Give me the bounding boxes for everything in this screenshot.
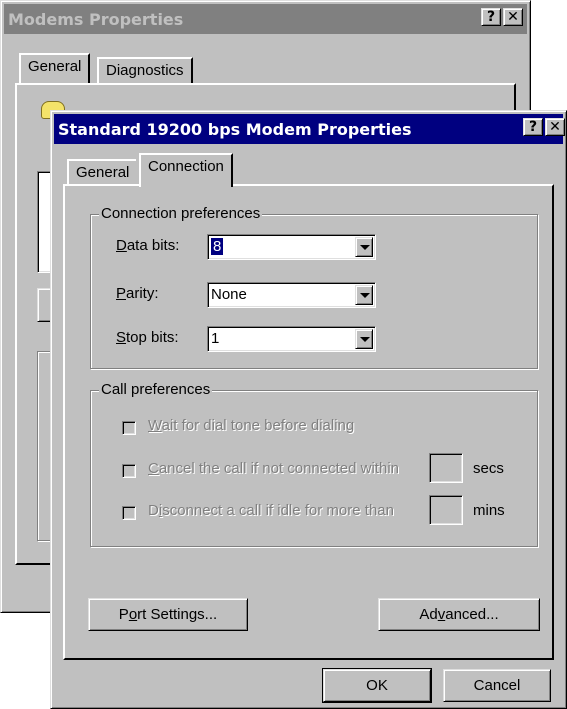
modems-properties-titlebar[interactable]: Modems Properties ? ✕ <box>4 4 527 34</box>
help-button[interactable]: ? <box>523 118 543 136</box>
disconnect-idle-minutes-input[interactable] <box>429 495 463 525</box>
close-button[interactable]: ✕ <box>503 8 523 26</box>
tab-diagnostics[interactable]: Diagnostics <box>97 57 193 85</box>
stop-bits-select[interactable]: 1 <box>207 326 376 352</box>
data-bits-value: 8 <box>209 237 225 256</box>
cancel-call-seconds-input[interactable] <box>429 453 463 483</box>
parity-value: None <box>211 286 247 303</box>
chevron-down-icon <box>360 337 370 342</box>
mins-label: mins <box>473 502 505 519</box>
wait-dial-tone-label: Wait for dial tone before dialing <box>148 417 355 434</box>
parity-select[interactable]: None <box>207 282 376 308</box>
stop-bits-label: Stop bits: <box>116 329 179 346</box>
connection-panel: Connection preferences Data bits: 8 Pari… <box>63 184 554 660</box>
chevron-down-icon <box>360 293 370 298</box>
data-bits-select[interactable]: 8 <box>207 234 376 260</box>
cancel-call-label: Cancel the call if not connected within <box>148 460 399 477</box>
tab-general[interactable]: General <box>19 53 91 85</box>
modem-properties-window: Standard 19200 bps Modem Properties ? ✕ … <box>50 110 567 709</box>
connection-preferences-legend: Connection preferences <box>99 205 263 222</box>
disconnect-idle-label: Disconnect a call if idle for more than <box>148 502 394 519</box>
window-title: Standard 19200 bps Modem Properties <box>58 119 412 139</box>
data-bits-dropdown-button[interactable] <box>355 237 373 257</box>
modem-properties-titlebar[interactable]: Standard 19200 bps Modem Properties ? ✕ <box>54 114 565 144</box>
cancel-button[interactable]: Cancel <box>443 669 551 702</box>
call-preferences-legend: Call preferences <box>99 381 213 398</box>
window-title: Modems Properties <box>8 9 184 29</box>
secs-label: secs <box>473 460 504 477</box>
stop-bits-value: 1 <box>211 330 220 347</box>
tab-connection[interactable]: Connection <box>139 153 233 187</box>
disconnect-idle-checkbox[interactable] <box>122 506 136 520</box>
parity-label: Parity: <box>116 285 159 302</box>
chevron-down-icon <box>360 245 370 250</box>
wait-dial-tone-checkbox[interactable] <box>122 421 136 435</box>
port-settings-button[interactable]: Po rt Settings... <box>88 598 248 631</box>
connection-preferences-group: Connection preferences Data bits: 8 Pari… <box>90 205 538 369</box>
advanced-button[interactable]: Ad v anced... <box>378 598 540 631</box>
close-button[interactable]: ✕ <box>545 118 565 136</box>
call-preferences-group: Call preferences Wait for dial tone befo… <box>90 381 538 547</box>
tab-general[interactable]: General <box>67 159 137 185</box>
stop-bits-dropdown-button[interactable] <box>355 329 373 349</box>
cancel-call-checkbox[interactable] <box>122 464 136 478</box>
data-bits-label: Data bits: <box>116 237 180 254</box>
parity-dropdown-button[interactable] <box>355 285 373 305</box>
help-button[interactable]: ? <box>481 8 501 26</box>
ok-button[interactable]: OK <box>323 669 431 702</box>
